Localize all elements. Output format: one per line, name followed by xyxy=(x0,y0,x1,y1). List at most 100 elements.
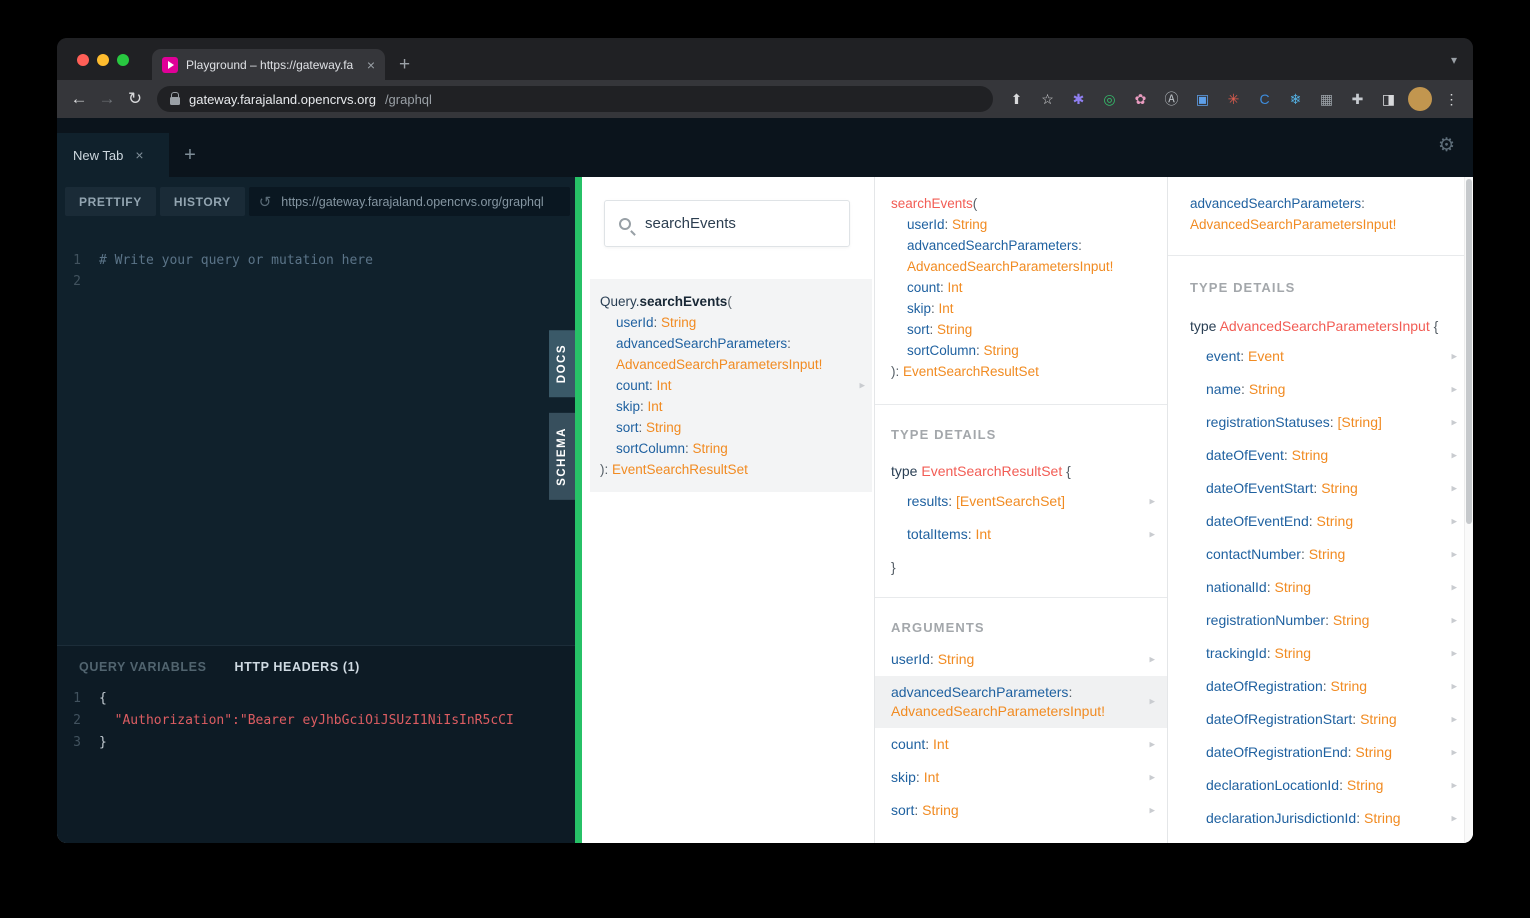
browser-tab[interactable]: Playground – https://gateway.fa × xyxy=(152,49,385,80)
extension-icon-1[interactable]: ✱ xyxy=(1065,87,1092,111)
doc-field-row[interactable]: trackingId: String ▸ xyxy=(1168,637,1473,670)
expand-chevron-icon: ▸ xyxy=(1451,779,1457,791)
query-editor[interactable]: 1 # Write your query or mutation here 2 xyxy=(57,226,575,645)
extension-icon-9[interactable]: ▦ xyxy=(1313,87,1340,111)
code-line: 3} xyxy=(73,735,107,750)
expand-chevron-icon: ▸ xyxy=(1149,771,1155,783)
extension-icon-5[interactable]: ▣ xyxy=(1189,87,1216,111)
playground-favicon-icon xyxy=(162,56,178,73)
col2-type-details-body: type EventSearchResultSet {results: [Eve… xyxy=(875,450,1167,583)
extension-icon-4[interactable]: Ⓐ xyxy=(1158,87,1185,111)
playground-tab-label: New Tab xyxy=(73,147,124,163)
doc-field-row[interactable]: dateOfEventStart: String ▸ xyxy=(1168,472,1473,505)
profile-avatar[interactable] xyxy=(1408,87,1432,111)
endpoint-url-bar[interactable]: ↺ xyxy=(248,187,570,216)
query-editor-lines: 1 # Write your query or mutation here 2 xyxy=(57,250,575,292)
playground-tab[interactable]: New Tab × xyxy=(57,133,169,177)
doc-field-row[interactable]: skip: Int ▸ xyxy=(875,761,1167,794)
doc-field-row[interactable]: dateOfRegistrationStart: String ▸ xyxy=(1168,703,1473,736)
window-zoom-button[interactable] xyxy=(117,54,129,66)
split-view-icon[interactable]: ◨ xyxy=(1375,87,1402,111)
doc-field-row[interactable]: event: Event ▸ xyxy=(1168,340,1473,373)
docs-search-box[interactable] xyxy=(604,200,850,247)
docs-tab[interactable]: DOCS xyxy=(549,330,575,398)
pane-resizer[interactable] xyxy=(575,177,582,843)
tab-close-icon[interactable]: × xyxy=(367,57,375,73)
docs-type-column: advancedSearchParameters: AdvancedSearchP… xyxy=(1168,177,1473,843)
playground-new-tab-button[interactable]: + xyxy=(169,133,211,177)
docs-search-result: Query.searchEvents(userId: String advance… xyxy=(600,294,823,477)
expand-chevron-icon: ▸ xyxy=(1451,383,1457,395)
arguments-heading: ARGUMENTS xyxy=(891,620,985,635)
extension-icon-6[interactable]: ✳ xyxy=(1220,87,1247,111)
expand-chevron-icon: ▸ xyxy=(1451,482,1457,494)
menu-kebab-icon[interactable]: ⋮ xyxy=(1438,87,1465,111)
reload-schema-icon[interactable]: ↺ xyxy=(259,193,272,211)
editor-toolbar: PRETTIFY HISTORY ↺ xyxy=(57,177,575,226)
doc-field-row[interactable]: dateOfEventEnd: String ▸ xyxy=(1168,505,1473,538)
window-close-button[interactable] xyxy=(77,54,89,66)
docs-scrollbar xyxy=(1464,177,1473,843)
tab-http-headers[interactable]: HTTP HEADERS (1) xyxy=(235,660,360,674)
browser-toolbar: ← → ↻ gateway.farajaland.opencrvs.org/gr… xyxy=(57,80,1473,118)
doc-field-row[interactable]: userId: String ▸ xyxy=(875,643,1167,676)
search-icon xyxy=(619,217,631,230)
extension-icon-8[interactable]: ❄ xyxy=(1282,87,1309,111)
doc-field-row[interactable]: declarationJurisdictionId: String ▸ xyxy=(1168,802,1473,835)
expand-chevron-icon: ▸ xyxy=(1451,581,1457,593)
tab-query-variables[interactable]: QUERY VARIABLES xyxy=(79,660,207,674)
tab-search-chevron-icon[interactable]: ▾ xyxy=(1451,53,1457,67)
expand-chevron-icon: ▸ xyxy=(1149,804,1155,816)
extension-icon-3[interactable]: ✿ xyxy=(1127,87,1154,111)
doc-field-row[interactable]: results: [EventSearchSet] ▸ xyxy=(875,485,1167,518)
doc-field-row[interactable]: registrationStatuses: [String] ▸ xyxy=(1168,406,1473,439)
expand-chevron-icon: ▸ xyxy=(1451,614,1457,626)
doc-field-row[interactable]: registrationNumber: String ▸ xyxy=(1168,604,1473,637)
schema-tab[interactable]: SCHEMA xyxy=(549,413,575,501)
extension-icon-7[interactable]: C xyxy=(1251,87,1278,111)
extension-icon-10[interactable]: ✚ xyxy=(1344,87,1371,111)
back-icon[interactable]: ← xyxy=(65,89,93,109)
http-headers-editor[interactable]: 1{ 2 "Authorization":"Bearer eyJhbGciOiJS… xyxy=(57,688,575,754)
new-tab-button[interactable]: + xyxy=(399,55,410,74)
side-tab-bar: DOCS SCHEMA xyxy=(549,330,575,501)
browser-tab-strip: Playground – https://gateway.fa × + ▾ xyxy=(57,38,1473,80)
expand-chevron-icon: ▸ xyxy=(1149,695,1155,708)
doc-field-row[interactable]: nationalId: String ▸ xyxy=(1168,571,1473,604)
settings-gear-icon[interactable]: ⚙ xyxy=(1438,134,1455,157)
url-path: /graphql xyxy=(384,91,432,107)
doc-field-row[interactable]: contactNumber: String ▸ xyxy=(1168,538,1473,571)
doc-field-row[interactable]: name: String ▸ xyxy=(1168,373,1473,406)
endpoint-input[interactable] xyxy=(279,193,560,210)
doc-field-row[interactable]: dateOfRegistration: String ▸ xyxy=(1168,670,1473,703)
doc-field-row[interactable]: dateOfRegistrationEnd: String ▸ xyxy=(1168,736,1473,769)
docs-search-input[interactable] xyxy=(643,214,835,233)
window-minimize-button[interactable] xyxy=(97,54,109,66)
doc-field-row[interactable]: totalItems: Int ▸ xyxy=(875,518,1167,551)
headers-editor-lines: 1{ 2 "Authorization":"Bearer eyJhbGciOiJS… xyxy=(57,688,575,754)
expand-chevron-icon: ▸ xyxy=(859,379,865,391)
address-bar[interactable]: gateway.farajaland.opencrvs.org/graphql xyxy=(157,86,993,112)
doc-field-row[interactable]: advancedSearchParameters: AdvancedSearchP… xyxy=(875,676,1167,728)
forward-icon[interactable]: → xyxy=(93,89,121,109)
docs-field-column: searchEvents(userId: String advancedSearc… xyxy=(875,177,1168,843)
doc-field-row[interactable]: sort: String ▸ xyxy=(875,794,1167,827)
bookmark-star-icon[interactable]: ☆ xyxy=(1034,87,1061,111)
code-line: 2 "Authorization":"Bearer eyJhbGciOiJSUz… xyxy=(73,713,514,728)
scrollbar-thumb[interactable] xyxy=(1466,179,1472,524)
extension-icon-2[interactable]: ◎ xyxy=(1096,87,1123,111)
expand-chevron-icon: ▸ xyxy=(1451,812,1457,824)
doc-field-row[interactable]: dateOfEvent: String ▸ xyxy=(1168,439,1473,472)
reload-icon[interactable]: ↻ xyxy=(121,89,149,109)
search-result-item[interactable]: Query.searchEvents(userId: String advance… xyxy=(590,279,872,492)
expand-chevron-icon: ▸ xyxy=(1149,653,1155,665)
playground-tab-close-icon[interactable]: × xyxy=(135,147,143,163)
history-button[interactable]: HISTORY xyxy=(159,187,245,216)
browser-tab-title: Playground – https://gateway.fa xyxy=(186,57,354,72)
prettify-button[interactable]: PRETTIFY xyxy=(65,187,156,216)
code-line: 1{ xyxy=(73,691,107,706)
share-icon[interactable]: ⬆ xyxy=(1003,87,1030,111)
doc-field-row[interactable]: count: Int ▸ xyxy=(875,728,1167,761)
variables-tab-bar: QUERY VARIABLES HTTP HEADERS (1) xyxy=(57,654,575,688)
doc-field-row[interactable]: declarationLocationId: String ▸ xyxy=(1168,769,1473,802)
